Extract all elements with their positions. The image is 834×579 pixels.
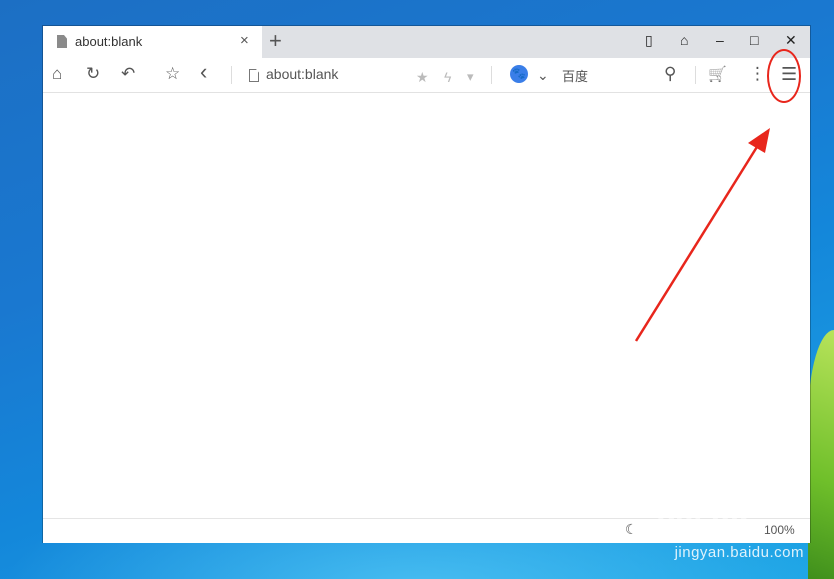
refresh-icon[interactable]: ↻: [86, 64, 100, 84]
navigation-toolbar: ⌂ ↻ ↶ ☆ ‹ about:blank ★ ϟ ▾ 🐾 ⌄ 百度 ⚲ 🛒 ⋮…: [43, 58, 810, 93]
zoom-level[interactable]: 100%: [764, 523, 795, 537]
favorites-icon[interactable]: ☆: [165, 64, 180, 84]
tab-title: about:blank: [75, 34, 143, 49]
undo-close-icon[interactable]: ↶: [121, 64, 135, 84]
bookmark-star-icon[interactable]: ★: [416, 67, 429, 87]
page-icon: [57, 35, 67, 48]
baidu-logo-icon[interactable]: 🐾: [510, 65, 528, 83]
search-input[interactable]: 百度: [562, 66, 588, 85]
blank-page-icon: [249, 69, 259, 82]
browser-window: about:blank × + ▯ ⌂ – □ ✕ ⌂ ↻ ↶ ☆ ‹ abou…: [43, 26, 810, 543]
page-content[interactable]: [43, 93, 810, 518]
annotation-circle: [767, 49, 801, 103]
home-icon[interactable]: ⌂: [52, 64, 62, 84]
speed-mode-icon[interactable]: ϟ: [444, 67, 451, 87]
minimize-button[interactable]: –: [716, 32, 724, 48]
night-mode-icon[interactable]: ☾: [625, 521, 638, 538]
toolbar-divider: [695, 66, 696, 84]
baidu-watermark-logo: Bai du: [656, 500, 749, 530]
close-tab-icon[interactable]: ×: [240, 32, 249, 49]
address-dropdown-icon[interactable]: ▾: [467, 67, 474, 87]
watermark-site: jingyan.baidu.com: [674, 544, 804, 561]
search-icon[interactable]: ⚲: [664, 64, 676, 84]
maximize-button[interactable]: □: [750, 32, 758, 48]
close-window-button[interactable]: ✕: [785, 32, 797, 49]
search-engine-chevron-icon[interactable]: ⌄: [537, 65, 549, 85]
back-icon[interactable]: ‹: [200, 61, 207, 83]
desktop-wallpaper-leaf: [808, 330, 834, 579]
toolbar-divider: [491, 66, 492, 84]
tab-list-icon[interactable]: ▯: [645, 32, 653, 49]
skin-icon[interactable]: ⌂: [680, 32, 688, 48]
cart-icon[interactable]: 🛒: [708, 65, 727, 85]
tab-about-blank[interactable]: about:blank ×: [43, 26, 262, 58]
more-icon[interactable]: ⋮: [749, 64, 766, 84]
tab-strip: about:blank × + ▯ ⌂ – □ ✕: [43, 26, 810, 58]
address-bar[interactable]: about:blank: [266, 66, 338, 82]
new-tab-button[interactable]: +: [269, 28, 282, 54]
toolbar-divider: [231, 66, 232, 84]
